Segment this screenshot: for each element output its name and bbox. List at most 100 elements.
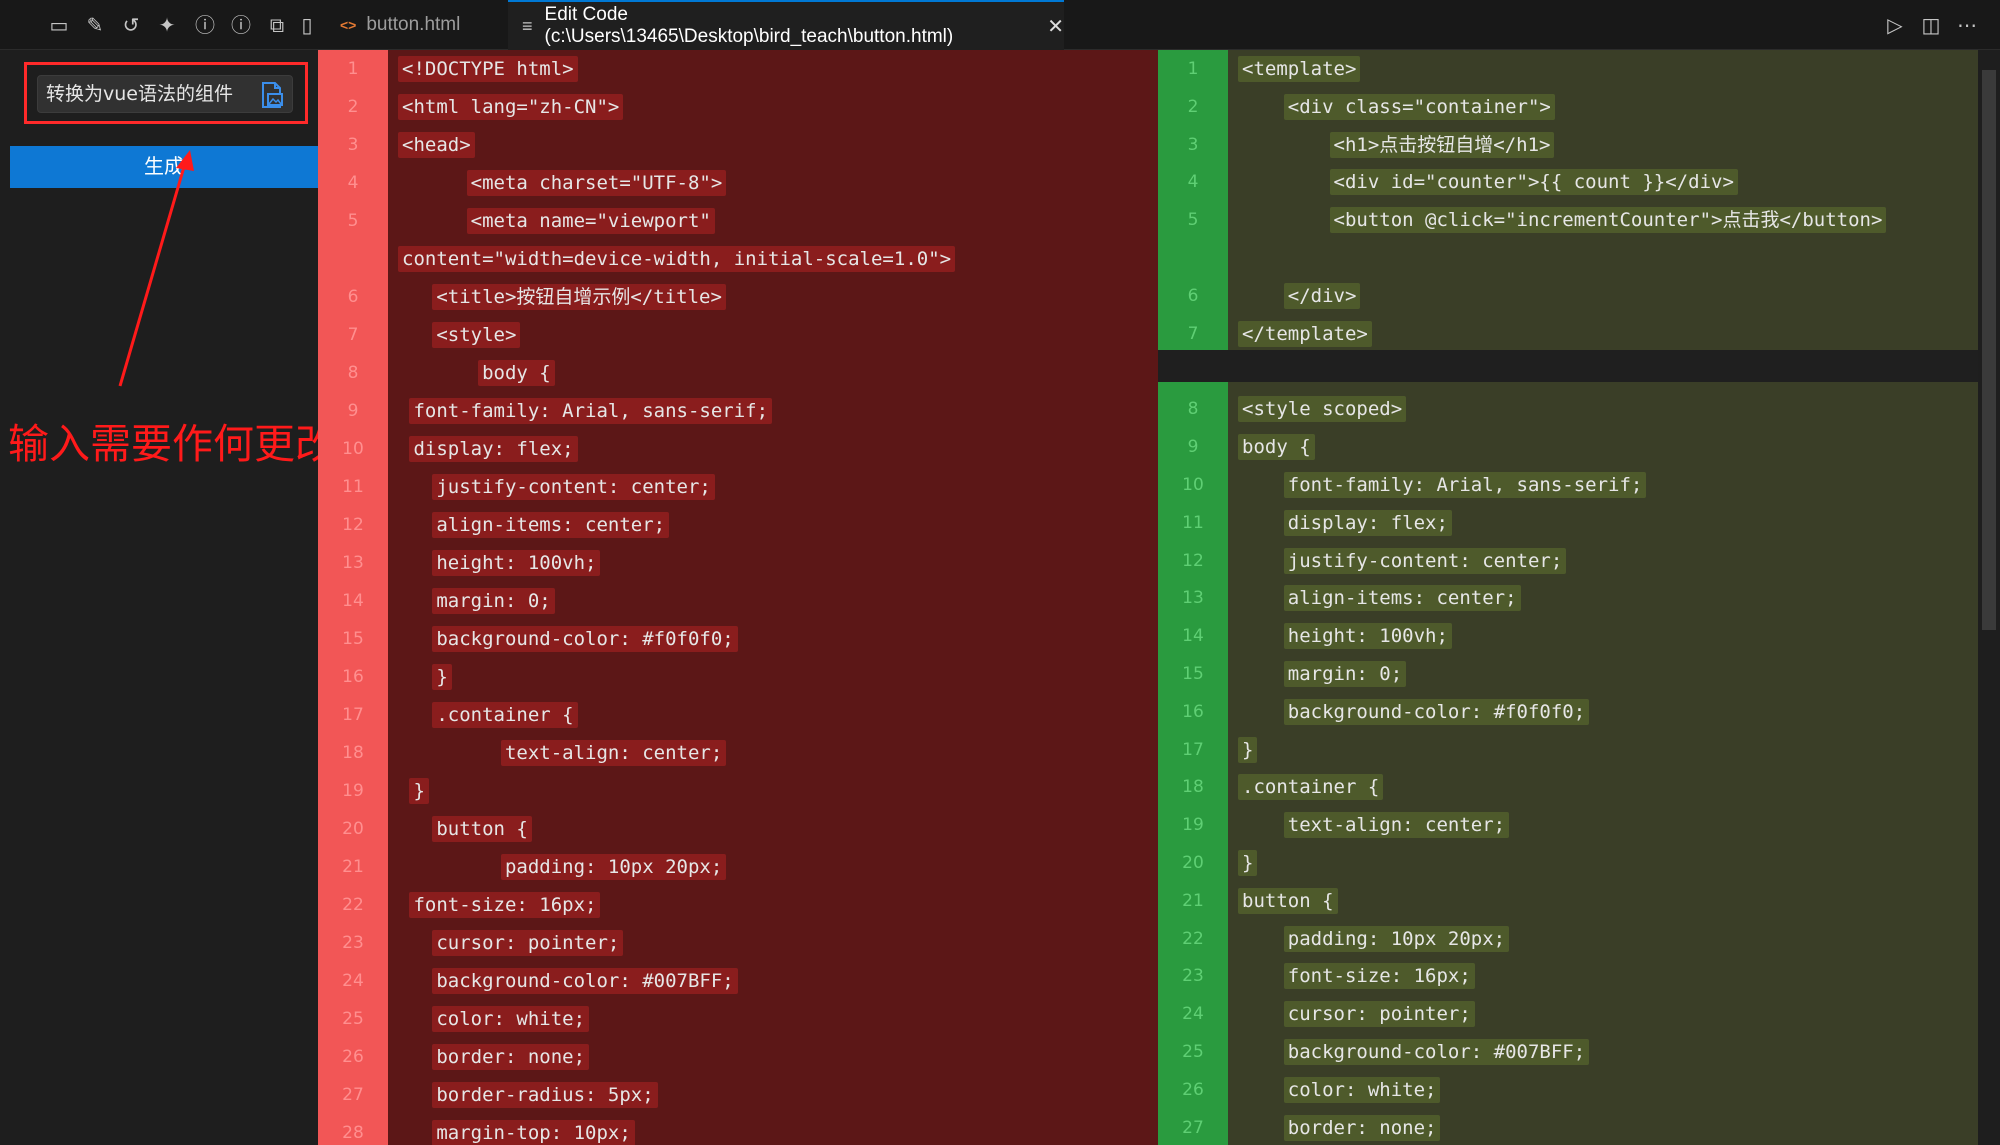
line-number: 25 — [1182, 1042, 1204, 1062]
code-line: <style scoped> — [1238, 390, 1407, 428]
magic-wand-icon[interactable]: ✦ — [154, 12, 180, 38]
comment-icon[interactable]: ▭ — [46, 12, 72, 38]
code-line: <template> — [1238, 50, 1361, 88]
code-line: margin: 0; — [398, 582, 555, 620]
line-number: 5 — [1187, 210, 1199, 231]
original-code-editor[interactable]: <!DOCTYPE html> <html lang="zh-CN"> <head>… — [388, 50, 1158, 1145]
code-text: background-color: #f0f0f0; — [1283, 698, 1590, 725]
prompt-input[interactable]: 转换为vue语法的组件 — [37, 75, 293, 113]
line-number: 21 — [1182, 890, 1204, 911]
code-text: text-align: center; — [500, 740, 727, 766]
history-icon[interactable]: ↺ — [118, 12, 144, 38]
code-line: body { — [398, 354, 555, 392]
line-number: 16 — [342, 667, 364, 687]
code-text: font-size: 16px; — [409, 892, 601, 918]
line-number: 5 — [347, 211, 359, 231]
generate-button[interactable]: 生成 — [10, 146, 318, 188]
code-text: } — [432, 664, 452, 690]
tab-label: button.html — [366, 14, 461, 35]
code-line: justify-content: center; — [398, 468, 715, 506]
html-file-icon: <> — [340, 17, 357, 33]
code-line: </template> — [1238, 315, 1372, 353]
line-number: 27 — [1182, 1117, 1204, 1138]
code-text: } — [409, 778, 429, 804]
modified-code-editor[interactable]: <template> <div class="container"> <h1>点… — [1228, 50, 1978, 1145]
line-number: 11 — [342, 477, 364, 497]
code-line: } — [1238, 844, 1258, 882]
run-icon[interactable]: ▷ — [1882, 12, 1908, 38]
code-text: <html lang="zh-CN"> — [398, 94, 624, 120]
code-text: margin-top: 10px; — [432, 1120, 635, 1145]
code-line: } — [1238, 731, 1258, 769]
line-number: 23 — [1182, 966, 1204, 987]
code-line: <button @click="incrementCounter">点击我</b… — [1238, 201, 1887, 239]
line-number: 26 — [342, 1047, 364, 1067]
diff-separator — [1158, 350, 1978, 382]
code-line: margin: 0; — [1238, 655, 1407, 693]
pencil-icon[interactable]: ✎ — [82, 12, 108, 38]
code-line: padding: 10px 20px; — [398, 848, 727, 886]
split-editor-icon[interactable]: ◫ — [1918, 12, 1944, 38]
code-line: height: 100vh; — [398, 544, 601, 582]
bookmark-icon[interactable]: ▯ — [300, 12, 314, 38]
info-icon[interactable]: ⓘ — [228, 12, 254, 38]
code-line: .container { — [398, 696, 578, 734]
line-number: 14 — [342, 591, 364, 611]
code-line: button { — [398, 810, 532, 848]
code-text: <button @click="incrementCounter">点击我</b… — [1329, 207, 1887, 234]
help-icon[interactable]: ⓘ — [192, 12, 218, 38]
code-text: <div id="counter">{{ count }}</div> — [1329, 169, 1738, 196]
code-text: height: 100vh; — [432, 550, 601, 576]
code-text: font-size: 16px; — [1283, 963, 1475, 990]
line-number: 6 — [1187, 285, 1199, 306]
code-text: font-family: Arial, sans-serif; — [1283, 472, 1647, 498]
scrollbar-thumb[interactable] — [1982, 70, 1996, 630]
title-bar: ▭ ✎ ↺ ✦ ⓘ ⓘ ⧉ ▯ <> button.html ≡ Edit Co… — [0, 0, 2000, 50]
code-text: align-items: center; — [1283, 585, 1521, 612]
code-text: <h1>点击按钮自增</h1> — [1329, 131, 1555, 158]
code-text: border: none; — [1283, 1114, 1441, 1141]
tab-edit-code[interactable]: ≡ Edit Code (c:\Users\13465\Desktop\bird… — [508, 0, 1064, 50]
line-number: 1 — [1187, 59, 1199, 79]
image-upload-icon[interactable] — [256, 80, 286, 110]
line-number: 2 — [1187, 96, 1199, 117]
code-line: <div class="container"> — [1238, 88, 1555, 126]
code-text: .container { — [1238, 774, 1384, 801]
line-number: 3 — [1187, 134, 1199, 155]
code-line: body { — [1238, 428, 1315, 466]
code-text: body { — [1238, 434, 1315, 461]
code-text: <div class="container"> — [1283, 93, 1555, 120]
line-number: 19 — [342, 781, 364, 801]
code-text: align-items: center; — [432, 512, 670, 538]
code-line: text-align: center; — [1238, 806, 1510, 844]
code-text: background-color: #007BFF; — [1283, 1039, 1590, 1065]
code-line: <meta charset="UTF-8"> — [398, 164, 727, 202]
code-line: border: none; — [1238, 1109, 1441, 1145]
code-line: border-radius: 5px; — [398, 1076, 658, 1114]
code-text: <style scoped> — [1238, 396, 1407, 423]
line-number: 18 — [1182, 777, 1204, 798]
code-line: align-items: center; — [398, 506, 670, 544]
more-icon[interactable]: ⋯ — [1954, 12, 1980, 38]
code-text: <meta name="viewport" — [466, 208, 715, 234]
code-line: font-size: 16px; — [1238, 957, 1475, 995]
code-text: background-color: #f0f0f0; — [432, 626, 738, 652]
line-number: 7 — [347, 325, 359, 345]
line-number: 22 — [342, 895, 364, 915]
tab-button-html[interactable]: <> button.html — [330, 0, 505, 50]
line-number: 15 — [1182, 664, 1204, 684]
code-text: cursor: pointer; — [432, 930, 624, 956]
code-line: color: white; — [1238, 1071, 1441, 1109]
line-number: 21 — [342, 857, 364, 877]
scrollbar[interactable] — [1978, 50, 2000, 1145]
line-number: 4 — [1187, 172, 1199, 193]
code-line: justify-content: center; — [1238, 542, 1567, 580]
code-line: border: none; — [398, 1038, 590, 1076]
code-line: align-items: center; — [1238, 579, 1521, 617]
code-text: color: white; — [1283, 1076, 1441, 1103]
copy-icon[interactable]: ⧉ — [264, 12, 290, 38]
line-number: 25 — [342, 1009, 364, 1029]
code-line: button { — [1238, 882, 1338, 920]
close-icon[interactable]: ✕ — [1047, 14, 1064, 39]
annotation-text: 输入需要作何更改 — [8, 420, 336, 468]
